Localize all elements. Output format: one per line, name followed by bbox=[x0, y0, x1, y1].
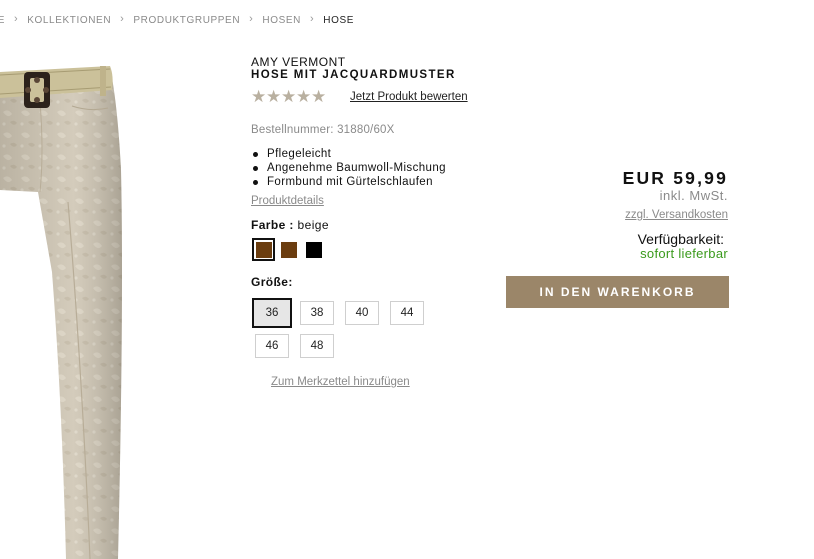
breadcrumb: TE › KOLLEKTIONEN › PRODUKTGRUPPEN › HOS… bbox=[0, 13, 354, 27]
feature-list: Pflegeleicht Angenehme Baumwoll-Mischung… bbox=[253, 147, 446, 189]
add-to-wishlist-link[interactable]: Zum Merkzettel hinzufügen bbox=[271, 376, 410, 388]
size-option-46[interactable]: 46 bbox=[255, 334, 289, 358]
order-number: Bestellnummer: 31880/60X bbox=[251, 124, 395, 136]
breadcrumb-item-current: HOSE bbox=[323, 14, 354, 26]
color-swatch-black[interactable] bbox=[302, 238, 325, 261]
color-swatches bbox=[252, 238, 327, 261]
star-icon[interactable]: ★ bbox=[251, 88, 266, 105]
feature-item: Pflegeleicht bbox=[253, 147, 446, 161]
trousers-illustration bbox=[0, 66, 122, 559]
product-details-link[interactable]: Produktdetails bbox=[251, 195, 324, 207]
color-swatch-brown[interactable] bbox=[277, 238, 300, 261]
shipping-costs-link[interactable]: zzgl. Versandkosten bbox=[625, 209, 728, 221]
breadcrumb-item[interactable]: TE bbox=[0, 15, 5, 26]
chevron-right-icon: › bbox=[120, 13, 125, 25]
availability-label: Verfügbarkeit: bbox=[637, 231, 724, 247]
star-icon[interactable]: ★ bbox=[296, 88, 311, 105]
color-label-title: Farbe : bbox=[251, 218, 294, 232]
breadcrumb-item-produktgruppen[interactable]: PRODUKTGRUPPEN bbox=[133, 15, 240, 26]
add-to-cart-button[interactable]: IN DEN WARENKORB bbox=[506, 276, 729, 308]
size-option-38[interactable]: 38 bbox=[300, 301, 334, 325]
size-label: Größe: bbox=[251, 275, 293, 289]
color-label: Farbe : beige bbox=[251, 218, 329, 232]
product-title: HOSE MIT JACQUARDMUSTER bbox=[251, 69, 456, 81]
breadcrumb-item-hosen[interactable]: HOSEN bbox=[262, 15, 301, 26]
product-image[interactable] bbox=[0, 42, 130, 559]
feature-item: Angenehme Baumwoll-Mischung bbox=[253, 161, 446, 175]
size-option-44[interactable]: 44 bbox=[390, 301, 424, 325]
size-option-40[interactable]: 40 bbox=[345, 301, 379, 325]
star-icon[interactable]: ★ bbox=[281, 88, 296, 105]
rate-product-link[interactable]: Jetzt Produkt bewerten bbox=[350, 91, 468, 103]
size-selector: 36 38 40 44 46 48 bbox=[252, 298, 472, 364]
chevron-right-icon: › bbox=[309, 13, 315, 25]
size-option-48[interactable]: 48 bbox=[300, 334, 334, 358]
chevron-right-icon: › bbox=[249, 13, 254, 25]
selected-color: beige bbox=[297, 218, 329, 232]
rating-stars[interactable]: ★ ★ ★ ★ ★ bbox=[251, 88, 326, 105]
star-icon[interactable]: ★ bbox=[266, 88, 281, 105]
feature-item: Formbund mit Gürtelschlaufen bbox=[253, 175, 446, 189]
tax-note: inkl. MwSt. bbox=[659, 188, 728, 203]
size-option-36[interactable]: 36 bbox=[252, 298, 292, 328]
rating: ★ ★ ★ ★ ★ Jetzt Produkt bewerten bbox=[251, 88, 468, 105]
availability-status: sofort lieferbar bbox=[640, 246, 728, 261]
price: EUR 59,99 bbox=[622, 168, 728, 188]
star-icon[interactable]: ★ bbox=[311, 88, 326, 105]
color-swatch-beige[interactable] bbox=[252, 238, 275, 261]
chevron-right-icon: › bbox=[13, 13, 19, 25]
breadcrumb-item-kollektionen[interactable]: KOLLEKTIONEN bbox=[27, 15, 111, 26]
brand-name: AMY VERMONT bbox=[251, 55, 346, 69]
